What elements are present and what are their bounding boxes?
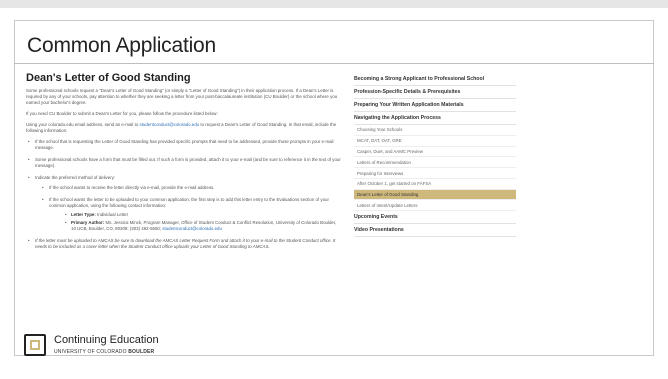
sidebar-item[interactable]: Letters of Intent/Update Letters <box>354 200 516 212</box>
sidebar-item[interactable]: Casper, Duet, and AAMC Preview <box>354 147 516 158</box>
brand-name: Continuing Education <box>54 334 159 346</box>
slide: Common Application Dean's Letter of Good… <box>0 0 668 379</box>
article: Dean's Letter of Good Standing Some prof… <box>26 72 341 256</box>
list-item: Primary Author: Ms. Jessica Minck, Progr… <box>49 220 341 232</box>
sidebar-item[interactable]: After October 1, get started on FAFSA <box>354 179 516 190</box>
primary-author-label: Primary Author: <box>71 220 105 225</box>
student-conduct-email-link[interactable]: studentconduct@colorado.edu <box>140 122 200 127</box>
primary-author-email-link[interactable]: studentconduct@colorado.edu <box>162 226 222 231</box>
brand-sub-boulder: BOULDER <box>128 349 155 355</box>
letter-type-label: Letter Type: <box>71 212 96 217</box>
list-item: If the school wants the letter to be upl… <box>35 197 341 232</box>
brand-subtitle: UNIVERSITY OF COLORADO BOULDER <box>54 349 154 355</box>
sidebar-item[interactable]: Choosing Your Schools <box>354 125 516 136</box>
sidebar-section-link[interactable]: Preparing Your Written Application Mater… <box>354 99 516 112</box>
sidebar-item[interactable]: Dean's Letter of Good Standing <box>354 189 516 201</box>
paragraph-3-text-a: Using your colorado.edu email address, s… <box>26 122 140 127</box>
list-item: If the letter must be uploaded to AMCAS … <box>26 238 341 250</box>
delivery-options-list: If the school wants to receive the lette… <box>35 185 341 232</box>
article-heading: Dean's Letter of Good Standing <box>26 72 191 84</box>
common-app-upload-text: If the school wants the letter to be upl… <box>49 197 329 208</box>
contact-info-list: Letter Type: Individual Letter Primary A… <box>49 212 341 232</box>
letter-type-value: Individual Letter <box>95 212 129 217</box>
list-item: If the school that is requesting the Let… <box>26 139 341 151</box>
slide-title: Common Application <box>27 34 216 57</box>
sidebar-section-link[interactable]: Video Presentations <box>354 224 516 238</box>
article-paragraph-1: Some professional schools request a "Dea… <box>26 88 338 105</box>
title-divider <box>14 63 654 64</box>
sidebar-item[interactable]: MCAT, DAT, OAT, GRE <box>354 136 516 147</box>
article-paragraph-2: If you need CU Boulder to submit a Dean'… <box>26 111 218 116</box>
delivery-method-text: Indicate the preferred method of deliver… <box>35 175 116 180</box>
list-item: If the school wants to receive the lette… <box>35 185 341 191</box>
sidebar-section-link[interactable]: Profession-Specific Details & Prerequisi… <box>354 86 516 99</box>
cu-logo-inner <box>30 340 40 350</box>
sidebar-item[interactable]: Preparing for Interviews <box>354 168 516 179</box>
top-band <box>0 0 668 8</box>
list-item: Letter Type: Individual Letter <box>49 212 341 218</box>
cu-logo-icon <box>24 334 46 356</box>
list-item: Indicate the preferred method of deliver… <box>26 175 341 232</box>
sidebar-section-link[interactable]: Upcoming Events <box>354 211 516 225</box>
sidebar-item[interactable]: Letters of Recommendation <box>354 157 516 169</box>
list-item: Some professional schools have a form th… <box>26 157 341 169</box>
sidebar-section-link[interactable]: Navigating the Application Process <box>354 112 516 125</box>
sidebar-section-link[interactable]: Becoming a Strong Applicant to Professio… <box>354 73 516 86</box>
brand-sub-university: UNIVERSITY OF COLORADO <box>54 349 129 355</box>
sidebar-nav: Becoming a Strong Applicant to Professio… <box>354 73 516 238</box>
instructions-list: If the school that is requesting the Let… <box>26 139 341 250</box>
article-paragraph-3: Using your colorado.edu email address, s… <box>26 122 341 134</box>
